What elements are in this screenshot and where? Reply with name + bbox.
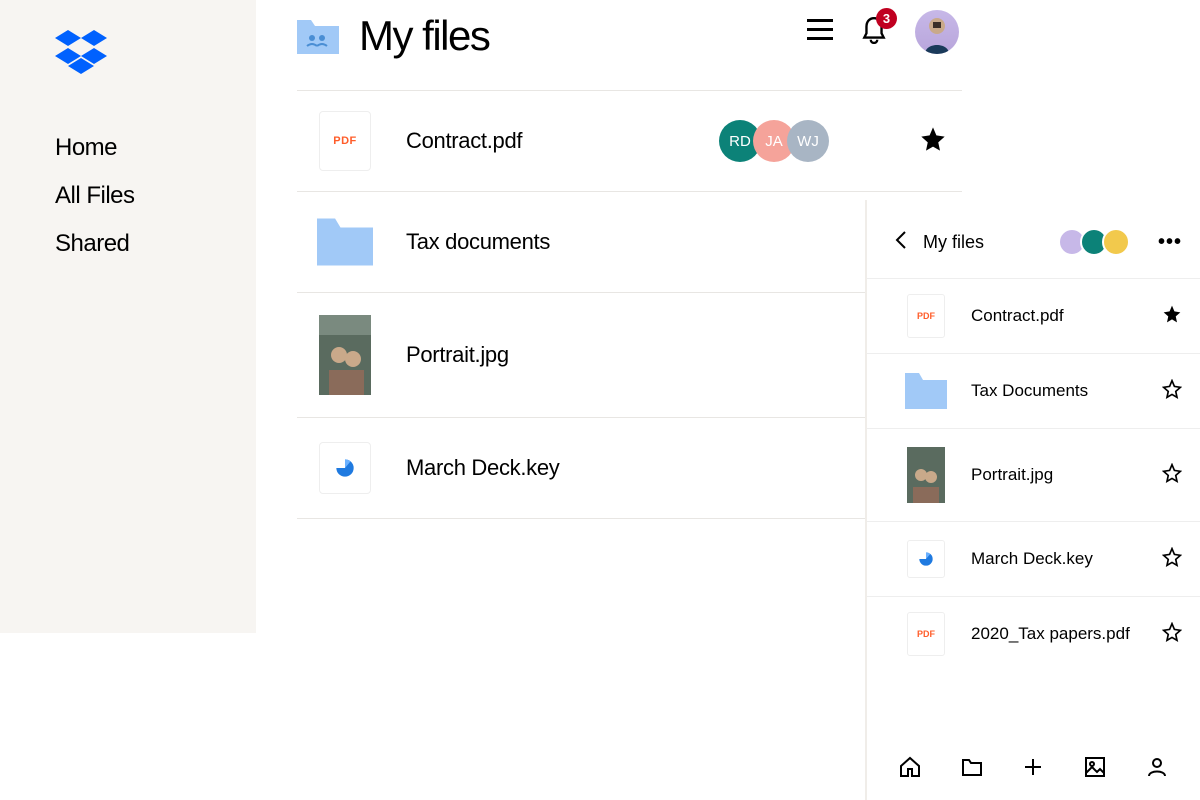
- star-outline-icon[interactable]: [1162, 622, 1182, 647]
- star-filled-icon[interactable]: [919, 125, 947, 158]
- file-name: Tax Documents: [971, 381, 1162, 401]
- keynote-icon: [905, 538, 947, 580]
- mobile-panel: My files ••• PDF Contract.pdf Tax Docume…: [865, 200, 1200, 800]
- star-filled-icon[interactable]: [1162, 304, 1182, 329]
- keynote-icon: [317, 440, 373, 496]
- mobile-title: My files: [923, 232, 1042, 253]
- shared-folder-icon: [297, 18, 339, 54]
- file-row[interactable]: Tax documents: [297, 191, 962, 292]
- header-actions: 3: [807, 10, 959, 54]
- mobile-tabbar: [867, 738, 1200, 800]
- dropbox-logo[interactable]: [55, 30, 256, 79]
- user-avatar[interactable]: [915, 10, 959, 54]
- file-row[interactable]: PDF Contract.pdf: [867, 278, 1200, 353]
- sidebar-item-home[interactable]: Home: [55, 134, 256, 162]
- star-outline-icon[interactable]: [1162, 463, 1182, 488]
- tab-files-icon[interactable]: [960, 755, 984, 784]
- file-row[interactable]: March Deck.key: [297, 417, 962, 519]
- tab-add-icon[interactable]: [1021, 755, 1045, 784]
- star-outline-icon[interactable]: [1162, 379, 1182, 404]
- notifications-button[interactable]: 3: [861, 16, 887, 49]
- tab-home-icon[interactable]: [898, 755, 922, 784]
- file-row[interactable]: March Deck.key: [867, 521, 1200, 596]
- file-row[interactable]: PDF Contract.pdf RD JA WJ: [297, 90, 962, 191]
- image-thumbnail: [317, 315, 373, 395]
- avatar: WJ: [787, 120, 829, 162]
- file-name: Contract.pdf: [406, 128, 719, 154]
- file-row[interactable]: PDF 2020_Tax papers.pdf: [867, 596, 1200, 671]
- shared-avatars[interactable]: RD JA WJ: [719, 120, 829, 162]
- tab-account-icon[interactable]: [1145, 755, 1169, 784]
- sidebar-item-all-files[interactable]: All Files: [55, 182, 256, 210]
- file-name: Contract.pdf: [971, 306, 1162, 326]
- back-icon[interactable]: [895, 230, 907, 255]
- file-row[interactable]: Portrait.jpg: [297, 292, 962, 417]
- pdf-icon: PDF: [905, 295, 947, 337]
- image-thumbnail: [905, 445, 947, 505]
- file-name: Portrait.jpg: [971, 465, 1162, 485]
- pdf-icon: PDF: [317, 113, 373, 169]
- notification-badge: 3: [876, 8, 897, 29]
- file-name: 2020_Tax papers.pdf: [971, 624, 1162, 644]
- menu-icon[interactable]: [807, 19, 833, 46]
- main-content: My files PDF Contract.pdf RD JA WJ: [297, 0, 962, 519]
- pdf-label: PDF: [333, 135, 357, 147]
- mobile-shared-avatars[interactable]: [1058, 228, 1130, 256]
- pdf-icon: PDF: [905, 613, 947, 655]
- file-name: March Deck.key: [971, 549, 1162, 569]
- avatar: [1102, 228, 1130, 256]
- folder-icon: [905, 370, 947, 412]
- file-row[interactable]: Portrait.jpg: [867, 428, 1200, 521]
- tab-photos-icon[interactable]: [1083, 755, 1107, 784]
- sidebar: Home All Files Shared: [0, 0, 256, 633]
- mobile-file-list: PDF Contract.pdf Tax Documents Portrait.…: [867, 278, 1200, 671]
- file-list: PDF Contract.pdf RD JA WJ Tax documents: [297, 90, 962, 519]
- star-outline-icon[interactable]: [1162, 547, 1182, 572]
- folder-icon: [317, 214, 373, 270]
- page-title: My files: [359, 12, 489, 60]
- more-icon[interactable]: •••: [1158, 231, 1182, 254]
- mobile-header: My files •••: [867, 200, 1200, 278]
- file-row[interactable]: Tax Documents: [867, 353, 1200, 428]
- sidebar-item-shared[interactable]: Shared: [55, 230, 256, 258]
